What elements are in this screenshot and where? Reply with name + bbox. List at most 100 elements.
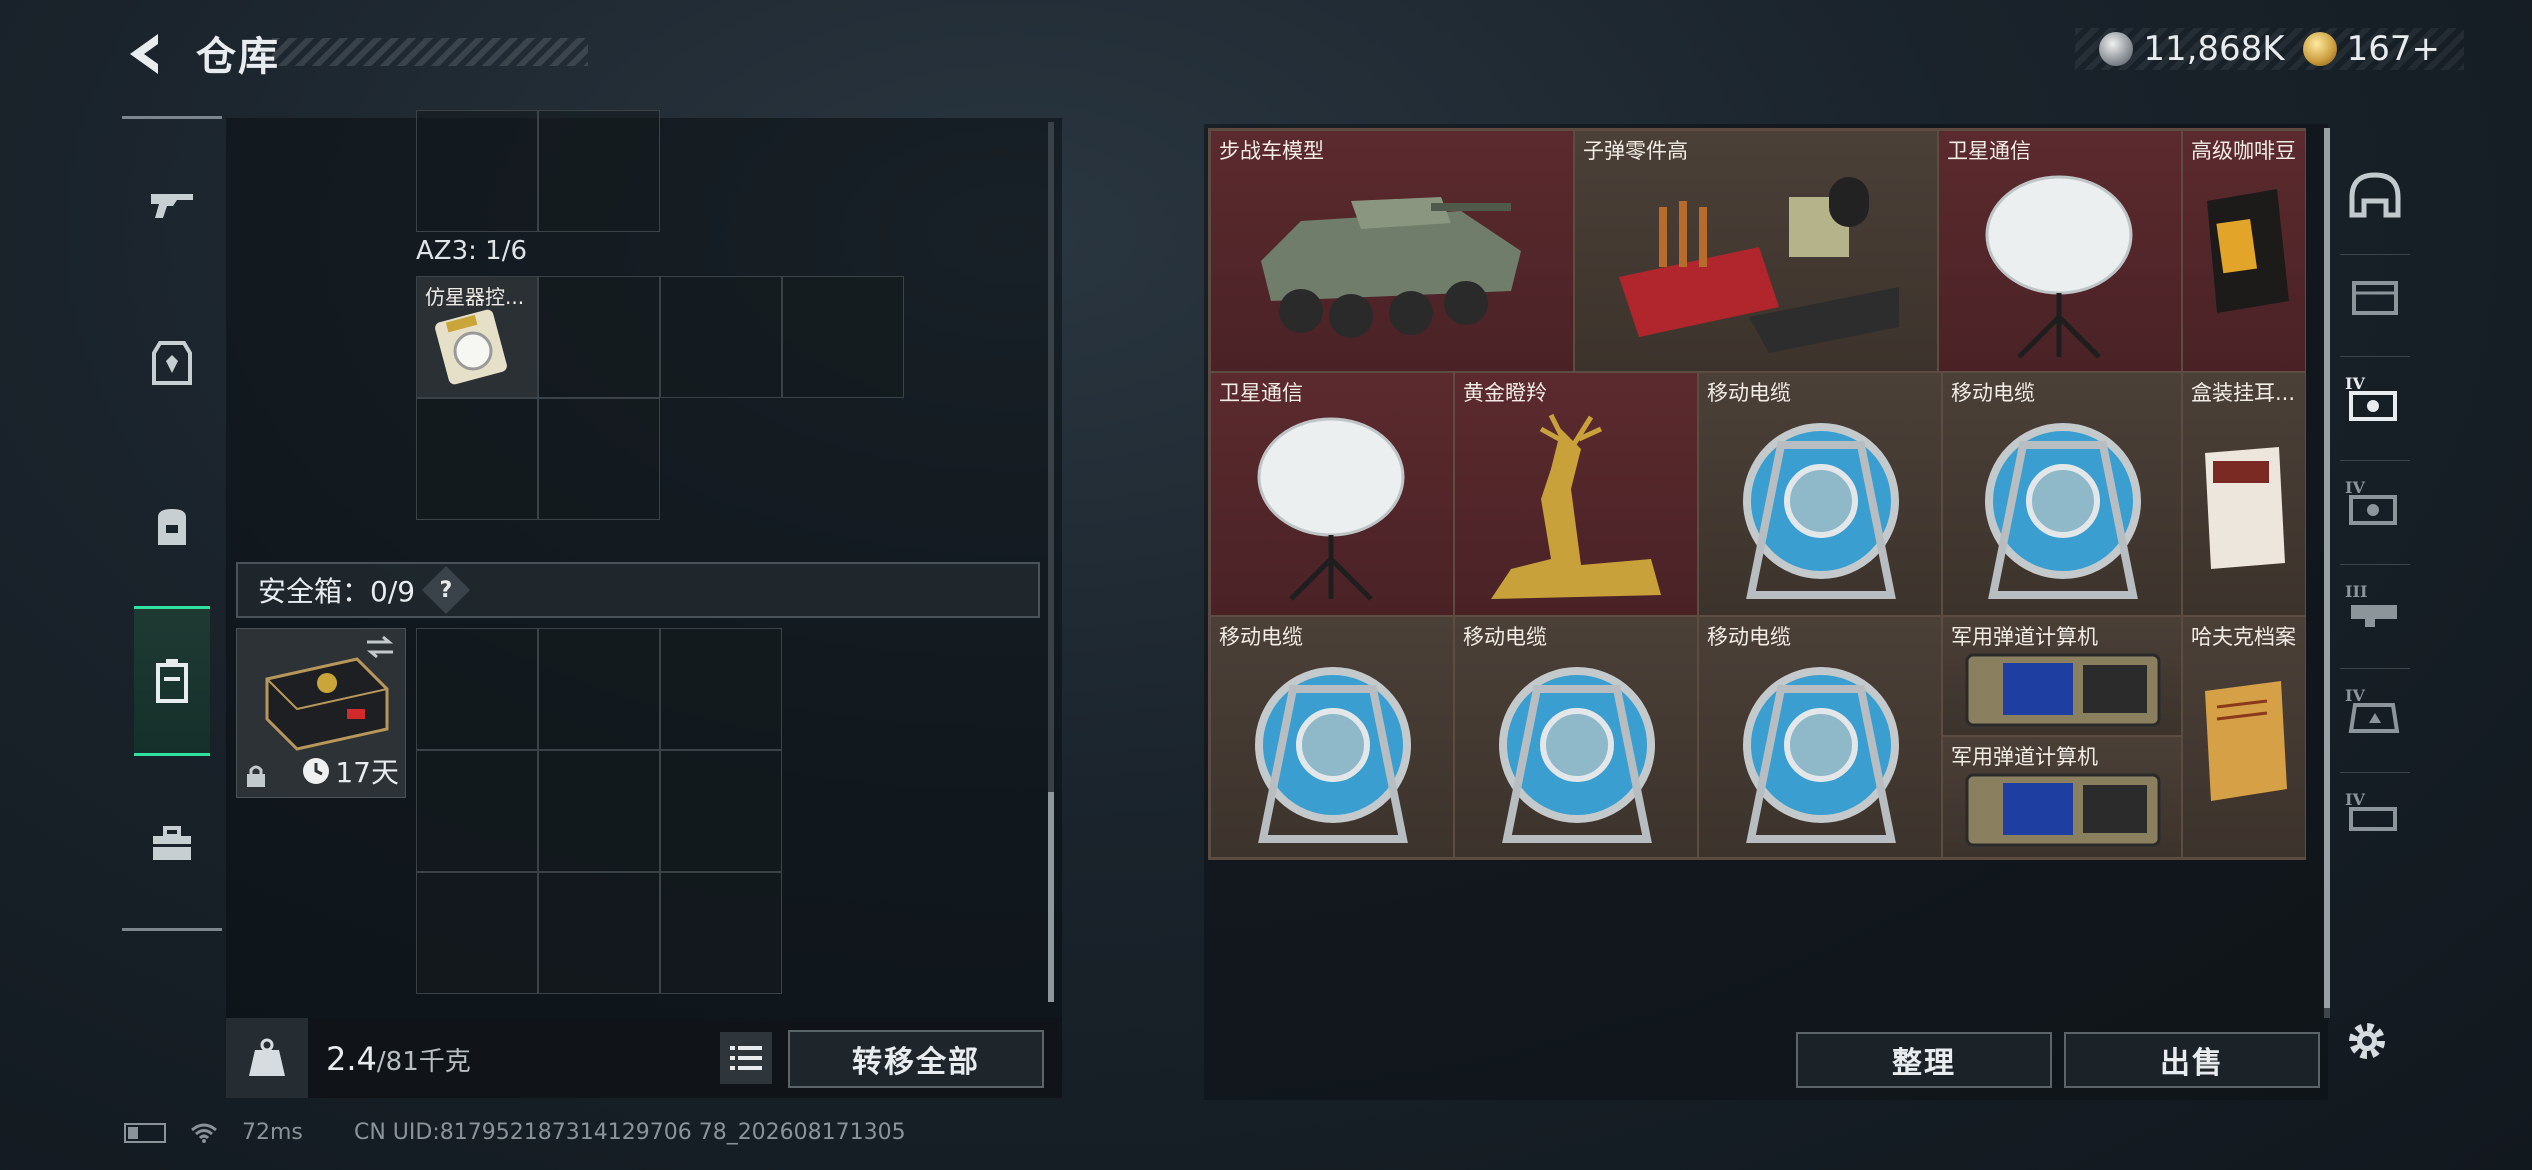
item-label: 移动电缆 bbox=[1951, 381, 2035, 405]
cable-reel-icon bbox=[1499, 667, 1655, 843]
tier-III-icon[interactable]: III bbox=[2340, 564, 2410, 646]
grid-cell[interactable] bbox=[416, 750, 538, 872]
weight-icon[interactable] bbox=[226, 1018, 308, 1098]
currency-bar: 11,868K 167+ bbox=[2075, 28, 2464, 70]
filter-sidebar: IV IV III IV IV bbox=[2324, 128, 2412, 1098]
sell-button[interactable]: 出售 bbox=[2064, 1032, 2320, 1088]
item-label: 黄金瞪羚 bbox=[1463, 381, 1547, 405]
grid-cell[interactable] bbox=[538, 872, 660, 994]
stash-item[interactable]: 移动电缆 bbox=[1698, 372, 1942, 616]
grid-cell[interactable] bbox=[416, 628, 538, 750]
item-label: 卫星通信 bbox=[1947, 139, 2031, 163]
item-label: 高级咖啡豆 bbox=[2191, 139, 2296, 163]
grid-cell[interactable] bbox=[538, 110, 660, 232]
grid-cell[interactable] bbox=[538, 398, 660, 520]
item-label: 盒装挂耳... bbox=[2191, 381, 2296, 405]
grid-cell[interactable] bbox=[538, 628, 660, 750]
item-label: 移动电缆 bbox=[1219, 625, 1303, 649]
stash-item[interactable]: 黄金瞪羚 bbox=[1454, 372, 1698, 616]
ammo-parts-icon bbox=[1619, 177, 1899, 353]
toolbox-icon[interactable] bbox=[134, 806, 210, 882]
grid-cell[interactable] bbox=[660, 628, 782, 750]
stellarator-controller-icon bbox=[435, 309, 507, 385]
backpack-icon[interactable] bbox=[134, 488, 210, 564]
stash-item[interactable]: 哈夫克档案 bbox=[2182, 616, 2306, 858]
golden-gazelle-icon bbox=[1491, 413, 1661, 599]
cable-reel-icon bbox=[1985, 423, 2141, 599]
item-label: 哈夫克档案 bbox=[2191, 625, 2296, 649]
stash-item[interactable]: 卫星通信 bbox=[1210, 372, 1454, 616]
stash-item[interactable]: 移动电缆 bbox=[1454, 616, 1698, 858]
silver-coin-icon bbox=[2099, 32, 2134, 66]
tier-IV-icon[interactable]: IV bbox=[2340, 356, 2410, 438]
clock-icon bbox=[303, 758, 330, 784]
stash-item[interactable]: 高级咖啡豆 bbox=[2182, 130, 2306, 372]
az3-label: AZ3: 1/6 bbox=[416, 236, 528, 266]
user-uid: CN UID:817952187314129706 78_20260817130… bbox=[354, 1120, 906, 1145]
stash-item[interactable]: 卫星通信 bbox=[1938, 130, 2182, 372]
grid-cell[interactable] bbox=[416, 872, 538, 994]
grid-cell[interactable] bbox=[660, 872, 782, 994]
crate-icon[interactable] bbox=[2340, 254, 2410, 334]
drip-coffee-box-icon bbox=[2205, 447, 2285, 569]
svg-text:IV: IV bbox=[2345, 686, 2365, 705]
stash-item[interactable]: 军用弹道计算机 bbox=[1942, 616, 2182, 736]
swap-icon[interactable] bbox=[365, 635, 395, 659]
container-icon[interactable] bbox=[134, 606, 210, 756]
weight-display: 2.4/81千克 bbox=[326, 1040, 471, 1078]
stash-item[interactable]: 步战车模型 bbox=[1210, 130, 1574, 372]
gold-coin-icon bbox=[2302, 32, 2337, 66]
lock-icon bbox=[247, 765, 265, 787]
stash-item[interactable]: 移动电缆 bbox=[1698, 616, 1942, 858]
tier-IV-icon[interactable]: IV bbox=[2340, 668, 2410, 750]
safebox-label: 安全箱：0/9 bbox=[258, 575, 416, 608]
inventory-scrollbar[interactable] bbox=[1048, 122, 1054, 1002]
inventory-footer: 2.4/81千克 转移全部 bbox=[226, 1018, 1062, 1098]
tier-IV-icon[interactable]: IV bbox=[2340, 460, 2410, 542]
safebox-item[interactable]: 17天 bbox=[236, 628, 406, 798]
item-label: 子弹零件高 bbox=[1583, 139, 1688, 163]
back-button[interactable] bbox=[118, 26, 174, 82]
grid-cell[interactable] bbox=[660, 276, 782, 398]
grid-cell[interactable] bbox=[416, 110, 538, 232]
settings-gear-icon[interactable] bbox=[2332, 1006, 2402, 1076]
list-icon bbox=[730, 1046, 762, 1070]
page-title: 仓库 bbox=[196, 34, 280, 80]
coffee-beans-icon bbox=[2207, 189, 2289, 313]
svg-text:IV: IV bbox=[2345, 790, 2365, 809]
helmet-icon[interactable] bbox=[2340, 160, 2410, 230]
cable-reel-icon bbox=[1743, 667, 1899, 843]
list-view-button[interactable] bbox=[720, 1032, 772, 1084]
wifi-icon bbox=[191, 1123, 217, 1143]
stash-item[interactable]: 子弹零件高 bbox=[1574, 130, 1938, 372]
svg-text:III: III bbox=[2345, 582, 2367, 601]
rifle-icon[interactable] bbox=[134, 166, 210, 242]
sort-button[interactable]: 整理 bbox=[1796, 1032, 2052, 1088]
weight-current: 2.4 bbox=[326, 1040, 377, 1078]
item-label: 步战车模型 bbox=[1219, 139, 1324, 163]
stash-item[interactable]: 军用弹道计算机 bbox=[1942, 736, 2182, 858]
item-label: 移动电缆 bbox=[1463, 625, 1547, 649]
tier-IV-icon[interactable]: IV bbox=[2340, 772, 2410, 854]
grid-cell[interactable] bbox=[660, 750, 782, 872]
grid-cell[interactable] bbox=[538, 750, 660, 872]
az3-item[interactable]: 仿星器控... bbox=[416, 276, 538, 398]
ballistic-computer-icon bbox=[1965, 773, 2161, 847]
weight-max: /81千克 bbox=[376, 1047, 471, 1077]
stash-item[interactable]: 移动电缆 bbox=[1942, 372, 2182, 616]
stash-item[interactable]: 移动电缆 bbox=[1210, 616, 1454, 858]
grid-cell[interactable] bbox=[416, 398, 538, 520]
satellite-dish-icon bbox=[1257, 417, 1405, 601]
safebox-header: 安全箱：0/9 ? bbox=[236, 562, 1040, 618]
help-icon[interactable]: ? bbox=[422, 565, 471, 615]
gold-currency[interactable]: 167+ bbox=[2302, 29, 2440, 69]
transfer-all-button[interactable]: 转移全部 bbox=[788, 1030, 1044, 1088]
stash-item[interactable]: 盒装挂耳... bbox=[2182, 372, 2306, 616]
grid-cell[interactable] bbox=[538, 276, 660, 398]
svg-text:IV: IV bbox=[2345, 478, 2365, 497]
grid-cell[interactable] bbox=[782, 276, 904, 398]
ping: 72ms bbox=[242, 1120, 303, 1145]
item-label: 仿星器控... bbox=[425, 285, 525, 309]
armor-icon[interactable] bbox=[134, 326, 210, 402]
cable-reel-icon bbox=[1255, 667, 1411, 843]
